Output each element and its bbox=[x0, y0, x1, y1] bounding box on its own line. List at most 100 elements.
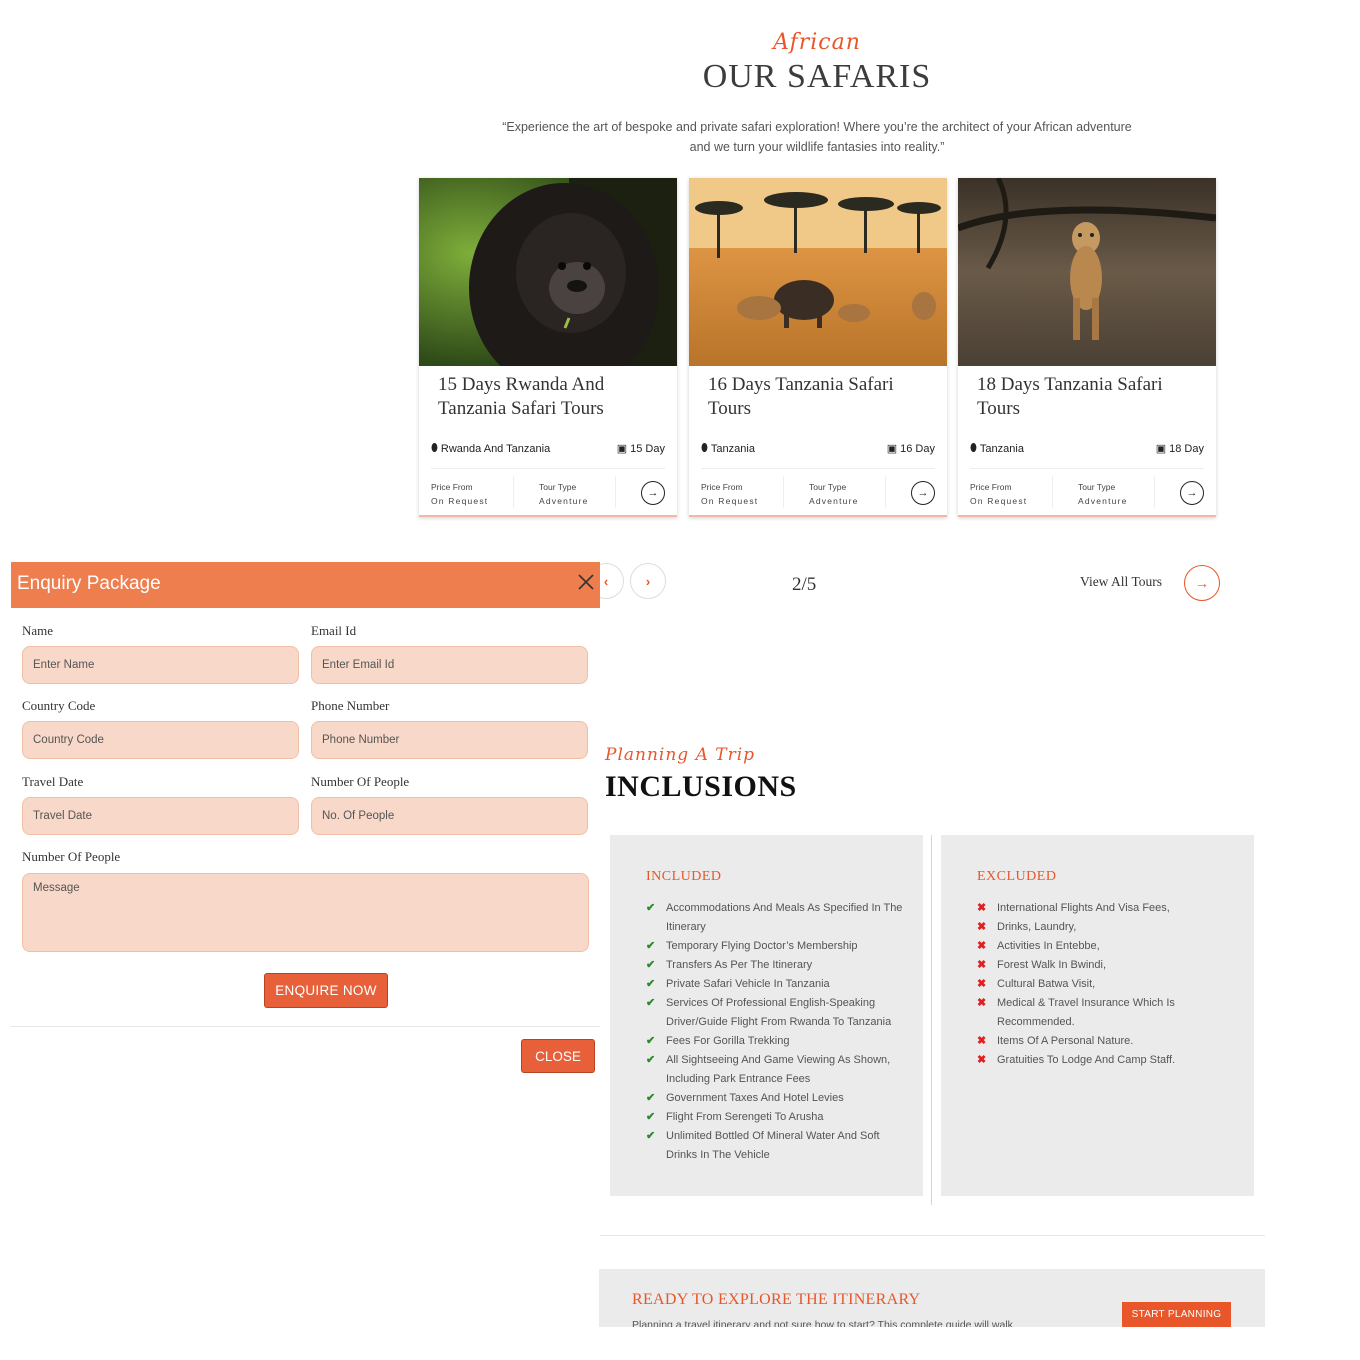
excluded-heading: EXCLUDED bbox=[977, 869, 1057, 884]
check-icon: ✔ bbox=[646, 1111, 656, 1123]
lioness-photo[interactable] bbox=[958, 178, 1216, 366]
list-item: ✔ Government Taxes And Hotel Levies bbox=[646, 1089, 906, 1108]
tour-location: Tanzania bbox=[979, 442, 1024, 455]
close-button[interactable]: CLOSE bbox=[521, 1039, 595, 1073]
cross-icon: ✖ bbox=[977, 997, 987, 1009]
tour-card[interactable]: 15 Days Rwanda And Tanzania Safari Tours… bbox=[419, 178, 677, 517]
arrow-right-icon[interactable]: → bbox=[911, 481, 935, 505]
check-icon: ✔ bbox=[646, 1092, 656, 1104]
message-textarea[interactable]: Message bbox=[22, 873, 589, 952]
location-pin-icon: ⬮ bbox=[970, 442, 977, 454]
tour-title[interactable]: 18 Days Tanzania Safari Tours bbox=[977, 373, 1202, 421]
tour-type-label: Tour Type bbox=[539, 482, 577, 492]
tour-card[interactable]: 18 Days Tanzania Safari Tours ⬮ Tanzania … bbox=[958, 178, 1216, 517]
carousel-pager: 2/5 bbox=[792, 574, 817, 595]
check-icon: ✔ bbox=[646, 940, 656, 952]
travel-date-label: Travel Date bbox=[22, 774, 84, 789]
tour-duration: 18 Day bbox=[1169, 442, 1204, 455]
travel-date-input[interactable]: Travel Date bbox=[22, 797, 299, 835]
list-item: ✔ Fees For Gorilla Trekking bbox=[646, 1032, 906, 1051]
list-item: ✖ Gratuities To Lodge And Camp Staff. bbox=[977, 1051, 1237, 1070]
start-planning-button[interactable]: START PLANNING bbox=[1122, 1302, 1231, 1327]
list-item: ✔ All Sightseeing And Game Viewing As Sho… bbox=[646, 1051, 906, 1089]
phone-input[interactable]: Phone Number bbox=[311, 721, 588, 759]
tour-type-label: Tour Type bbox=[1078, 482, 1116, 492]
check-icon: ✔ bbox=[646, 978, 656, 990]
price-label: Price From bbox=[701, 482, 743, 492]
calendar-icon: ▣ bbox=[886, 443, 898, 455]
card-divider bbox=[701, 468, 935, 469]
safaris-intro: “Experience the art of bespoke and priva… bbox=[502, 120, 1132, 154]
list-item: ✖ Cultural Batwa Visit, bbox=[977, 975, 1237, 994]
excluded-list: ✖ International Flights And Visa Fees, ✖ D… bbox=[977, 899, 1237, 1070]
email-label: Email Id bbox=[311, 623, 357, 638]
list-item: ✔ Accommodations And Meals As Specified I… bbox=[646, 899, 906, 937]
tour-title[interactable]: 16 Days Tanzania Safari Tours bbox=[708, 373, 933, 421]
card-divider bbox=[1154, 476, 1155, 508]
name-input[interactable]: Enter Name bbox=[22, 646, 299, 684]
cross-icon: ✖ bbox=[977, 959, 987, 971]
enquire-now-button[interactable]: ENQUIRE NOW bbox=[264, 973, 388, 1008]
phone-label: Phone Number bbox=[311, 698, 390, 713]
people-input[interactable]: No. Of People bbox=[311, 797, 588, 835]
list-item: ✖ Forest Walk In Bwindi, bbox=[977, 956, 1237, 975]
list-item: ✖ Medical & Travel Insurance Which Is Rec… bbox=[977, 994, 1237, 1032]
country-code-input[interactable]: Country Code bbox=[22, 721, 299, 759]
card-divider bbox=[1052, 476, 1053, 508]
check-icon: ✔ bbox=[646, 997, 656, 1009]
email-input[interactable]: Enter Email Id bbox=[311, 646, 588, 684]
arrow-right-icon[interactable]: → bbox=[1180, 481, 1204, 505]
country-code-label: Country Code bbox=[22, 698, 96, 713]
list-item: ✔ Services Of Professional English-Speaki… bbox=[646, 994, 906, 1032]
ready-text: Planning a travel itinerary and not sure… bbox=[632, 1319, 1013, 1327]
check-icon: ✔ bbox=[646, 959, 656, 971]
cross-icon: ✖ bbox=[977, 1035, 987, 1047]
chevron-right-icon: › bbox=[645, 573, 651, 589]
tour-title[interactable]: 15 Days Rwanda And Tanzania Safari Tours bbox=[438, 373, 663, 421]
cross-icon: ✖ bbox=[977, 921, 987, 933]
list-item: ✖ Items Of A Personal Nature. bbox=[977, 1032, 1237, 1051]
inclusions-eyebrow: Planning A Trip bbox=[605, 745, 756, 765]
included-panel: INCLUDED ✔ Accommodations And Meals As Sp… bbox=[610, 835, 923, 1196]
included-list: ✔ Accommodations And Meals As Specified I… bbox=[646, 899, 906, 1165]
savanna-lions-photo[interactable] bbox=[689, 178, 947, 366]
view-all-arrow-button[interactable]: → bbox=[1184, 565, 1220, 601]
tour-location: Rwanda And Tanzania bbox=[440, 442, 551, 455]
price-value: On Request bbox=[970, 496, 1028, 506]
card-divider bbox=[615, 476, 616, 508]
gorilla-photo[interactable] bbox=[419, 178, 677, 366]
list-item: ✔ Unlimited Bottled Of Mineral Water And … bbox=[646, 1127, 906, 1165]
section-divider bbox=[600, 1235, 1265, 1236]
card-divider bbox=[431, 468, 665, 469]
arrow-right-icon: → bbox=[1195, 575, 1209, 591]
price-value: On Request bbox=[701, 496, 759, 506]
card-divider bbox=[513, 476, 514, 508]
excluded-panel: EXCLUDED ✖ International Flights And Visa… bbox=[941, 835, 1254, 1196]
modal-title: Enquiry Package bbox=[17, 573, 161, 594]
location-pin-icon: ⬮ bbox=[701, 442, 708, 454]
card-divider bbox=[970, 468, 1204, 469]
tour-duration: 16 Day bbox=[900, 442, 935, 455]
card-divider bbox=[783, 476, 784, 508]
people-label: Number Of People bbox=[311, 774, 410, 789]
carousel-next-button[interactable]: › bbox=[630, 563, 666, 599]
list-item: ✖ Activities In Entebbe, bbox=[977, 937, 1237, 956]
tour-card[interactable]: 16 Days Tanzania Safari Tours ⬮ Tanzania … bbox=[689, 178, 947, 517]
location-pin-icon: ⬮ bbox=[431, 442, 438, 454]
close-icon[interactable] bbox=[576, 572, 596, 592]
view-all-tours-link[interactable]: View All Tours bbox=[1080, 574, 1162, 590]
cross-icon: ✖ bbox=[977, 978, 987, 990]
card-divider bbox=[885, 476, 886, 508]
price-label: Price From bbox=[431, 482, 473, 492]
list-item: ✔ Transfers As Per The Itinerary bbox=[646, 956, 906, 975]
modal-divider bbox=[11, 1026, 600, 1027]
list-item: ✖ Drinks, Laundry, bbox=[977, 918, 1237, 937]
check-icon: ✔ bbox=[646, 902, 656, 914]
price-label: Price From bbox=[970, 482, 1012, 492]
arrow-right-icon[interactable]: → bbox=[641, 481, 665, 505]
check-icon: ✔ bbox=[646, 1130, 656, 1142]
included-heading: INCLUDED bbox=[646, 869, 722, 884]
list-item: ✔ Temporary Flying Doctor’s Membership bbox=[646, 937, 906, 956]
list-item: ✔ Flight From Serengeti To Arusha bbox=[646, 1108, 906, 1127]
tour-type-value: Adventure bbox=[809, 496, 859, 506]
